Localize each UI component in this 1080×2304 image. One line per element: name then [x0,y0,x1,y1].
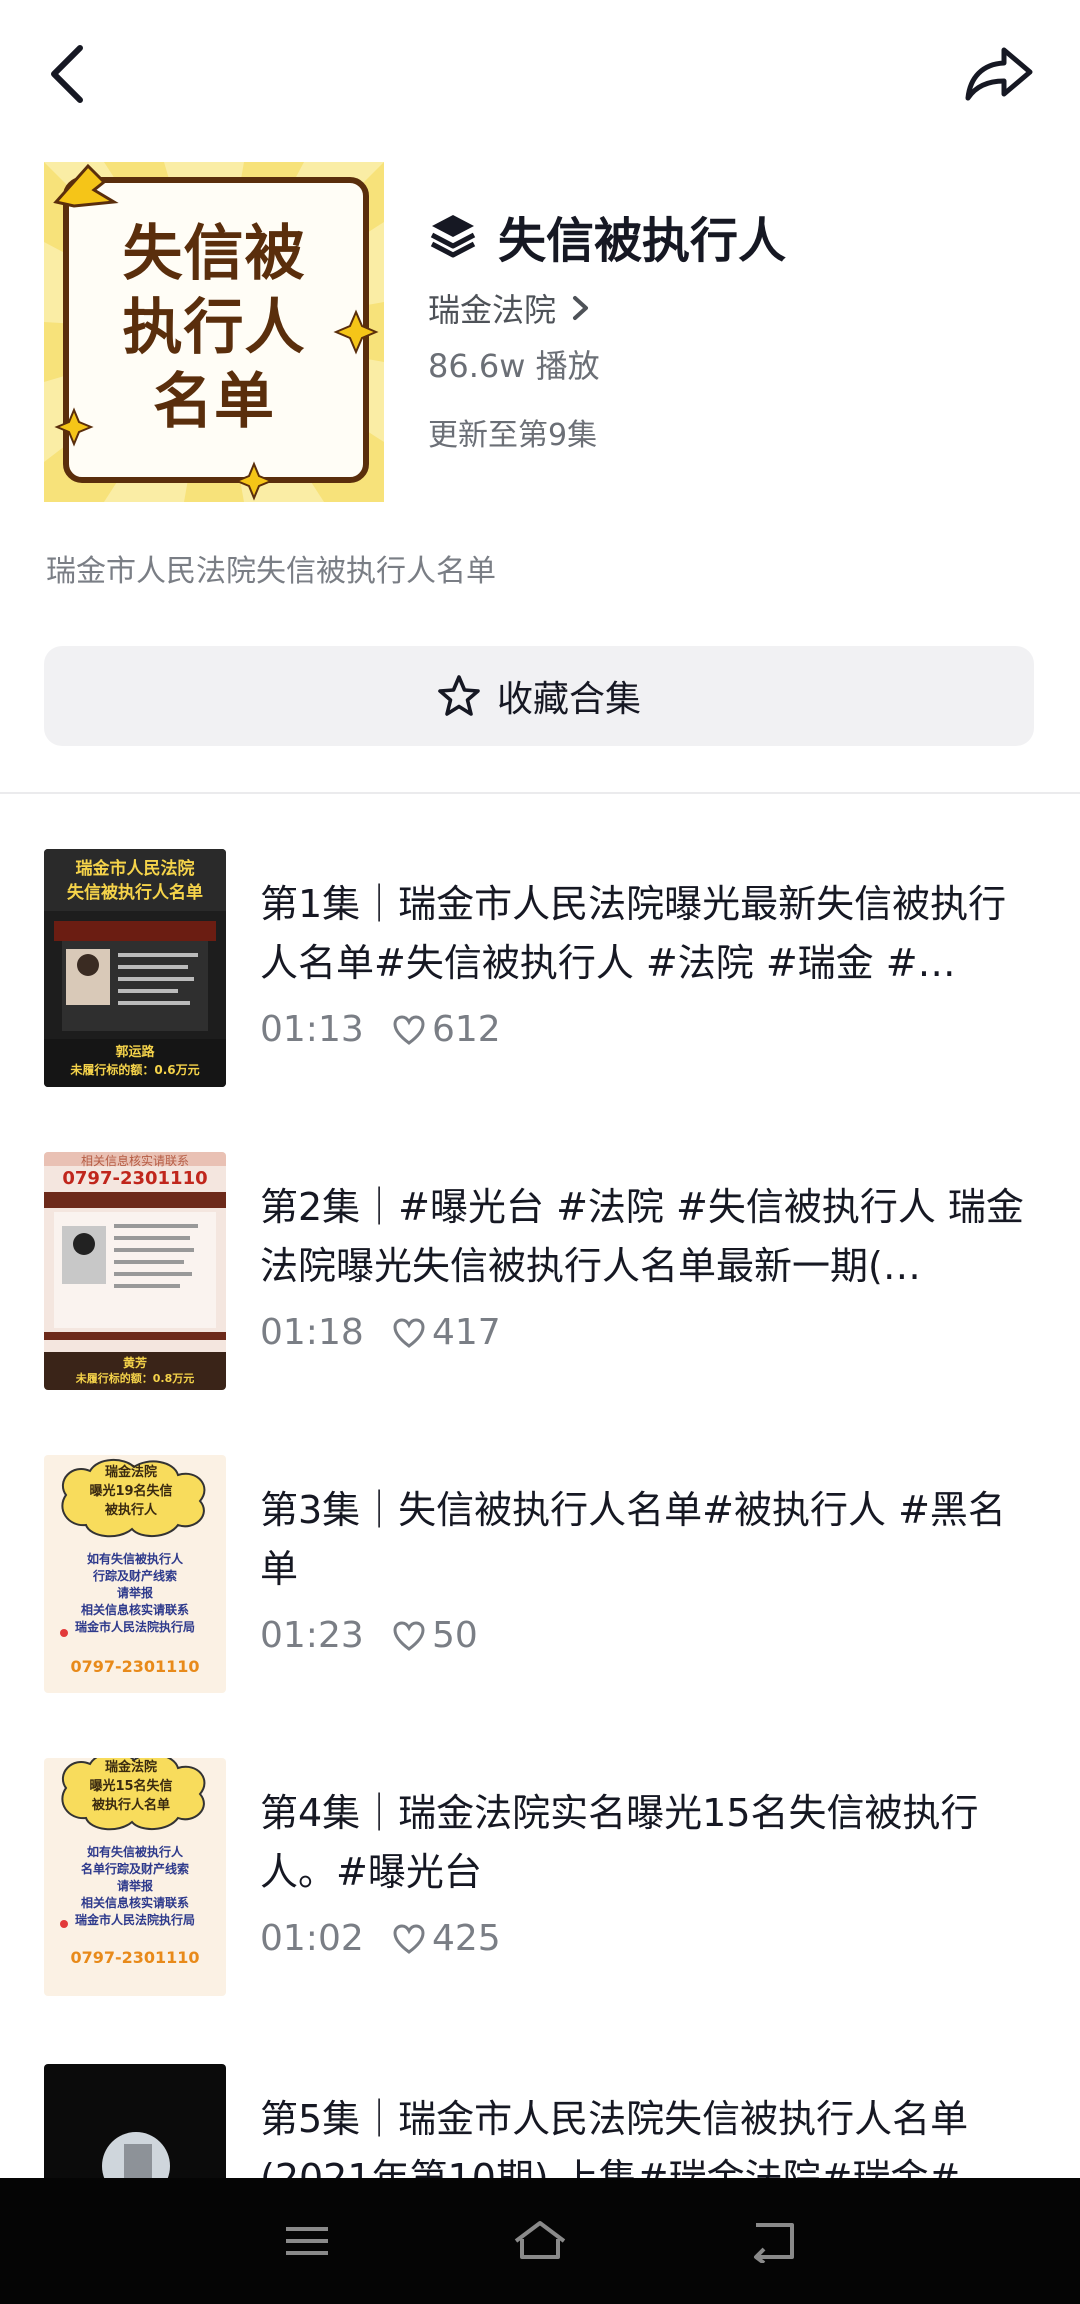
collect-label: 收藏合集 [496,679,641,720]
episode-title: 第1集｜瑞金市人民法院曝光最新失信被执行人名单#失信被执行人 #法院 #瑞金 #… [260,882,1007,985]
star-icon [438,675,480,716]
heart-icon [393,1620,425,1651]
cover-title-text: 失信被 执行人 名单 [122,219,306,437]
thumb-body: 如有失信被执行人 行踪及财产线索 请举报 相关信息核实请联系 瑞金市人民法院执行… [74,1552,195,1634]
author-name: 瑞金法院 [428,291,557,329]
episode-thumbnail: 瑞金市人民法院 失信被执行人名单 郭运路 未履行标的额：0.6万元 [44,849,226,1087]
thumb-subheading: 失信被执行人名单 [67,883,203,903]
collection-description: 瑞金市人民法院失信被执行人名单 [46,554,496,589]
episode-item-1[interactable]: 瑞金市人民法院 失信被执行人名单 郭运路 未履行标的额：0.6万元 第1集｜瑞金… [0,849,1080,1109]
update-status: 更新至第9集 [428,418,598,453]
nav-menu-button[interactable] [262,2196,352,2286]
author-link[interactable]: 瑞金法院 [428,284,1048,332]
thumb-phone: 0797-2301110 [70,1948,200,1967]
episode-duration: 01:18 [260,1312,364,1353]
thumb-heading: 相关信息核实请联系 [80,1154,189,1168]
episode-item-3[interactable]: 瑞金法院 曝光19名失信 被执行人 如有失信被执行人 行踪及财产线索 请举报 相… [0,1455,1080,1715]
thumb-amount: 未履行标的额：0.8万元 [75,1372,195,1385]
back-icon [754,2223,795,2263]
thumb-name: 黄芳 [122,1356,147,1370]
episode-meta: 01:02 425 [260,1918,501,1959]
episode-title: 第4集｜瑞金法院实名曝光15名失信被执行人。#曝光台 [260,1791,979,1894]
collection-stack-icon [430,215,476,258]
episode-meta: 01:18 417 [260,1312,501,1353]
episode-title: 第2集｜#曝光台 #法院 #失信被执行人 瑞金法院曝光失信被执行人名单最新一期(… [260,1185,1024,1288]
home-icon [514,2221,566,2259]
collection-cover: 失信被 执行人 名单 [44,162,384,502]
episode-duration: 01:02 [260,1918,364,1959]
episode-duration: 01:23 [260,1615,364,1656]
nav-home-button[interactable] [495,2196,585,2286]
system-navigation-bar [0,2178,1080,2304]
thumb-body: 如有失信被执行人 名单行踪及财产线索 请举报 相关信息核实请联系 瑞金市人民法院… [74,1845,195,1927]
episode-likes: 417 [432,1312,501,1353]
episode-duration: 01:13 [260,1009,364,1050]
collect-collection-button[interactable]: 收藏合集 [44,646,1034,746]
episode-meta: 01:23 50 [260,1615,478,1656]
thumb-phone: 0797-2301110 [62,1168,208,1189]
thumb-name: 郭运路 [115,1045,155,1060]
episode-thumbnail: 相关信息核实请联系 0797-2301110 黄芳 未履行标的额：0.8万元 [44,1152,226,1390]
episode-meta: 01:13 612 [260,1009,501,1050]
nav-back-button[interactable] [728,2196,818,2286]
share-arrow-icon [965,47,1033,101]
episode-title: 第3集｜失信被执行人名单#被执行人 #黑名单 [260,1488,1006,1591]
thumb-amount: 未履行标的额：0.6万元 [70,1063,200,1077]
episode-likes: 612 [432,1009,501,1050]
divider [0,792,1080,794]
title-row: 失信被执行人 [428,200,1048,272]
collection-info: 失信被执行人 瑞金法院 86.6w 播放 更新至第9集 [428,200,1048,460]
thumb-cloud-text: 瑞金法院 曝光15名失信 被执行人名单 [89,1760,173,1813]
thumb-cloud-text: 瑞金法院 曝光19名失信 被执行人 [89,1465,173,1518]
heart-icon [393,1923,425,1954]
collection-title: 失信被执行人 [498,213,787,269]
episode-thumbnail: 瑞金法院 曝光15名失信 被执行人名单 如有失信被执行人 名单行踪及财产线索 请… [44,1758,226,1996]
thumb-phone: 0797-2301110 [70,1657,200,1676]
episode-likes: 425 [432,1918,501,1959]
menu-icon [285,2227,328,2255]
back-button[interactable] [40,36,100,112]
share-button[interactable] [960,36,1040,112]
thumb-heading: 瑞金市人民法院 [75,859,195,879]
episode-item-2[interactable]: 相关信息核实请联系 0797-2301110 黄芳 未履行标的额：0.8万元 第… [0,1152,1080,1412]
episode-likes: 50 [432,1615,478,1656]
chevron-left-icon [51,45,83,103]
heart-icon [393,1317,425,1348]
episode-item-4[interactable]: 瑞金法院 曝光15名失信 被执行人名单 如有失信被执行人 名单行踪及财产线索 请… [0,1758,1080,2018]
episode-thumbnail: 瑞金法院 曝光19名失信 被执行人 如有失信被执行人 行踪及财产线索 请举报 相… [44,1455,226,1693]
play-count: 86.6w 播放 [428,347,600,385]
top-bar [0,0,1080,150]
chevron-right-icon [573,296,589,320]
heart-icon [393,1014,425,1045]
